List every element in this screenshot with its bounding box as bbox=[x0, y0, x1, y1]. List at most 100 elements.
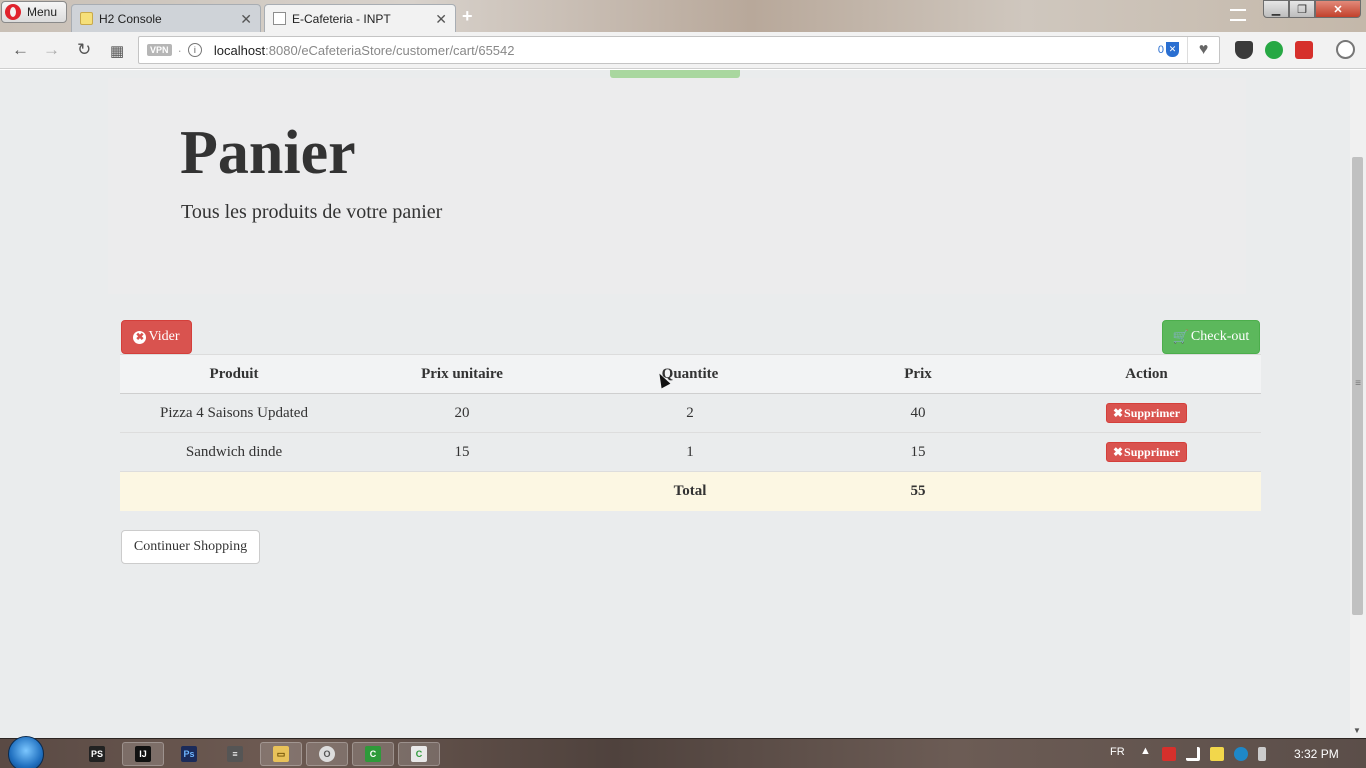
remove-item-button[interactable]: ✖ Supprimer bbox=[1105, 403, 1188, 423]
camtasia-recorder-icon: C bbox=[411, 746, 427, 762]
page-subtitle: Tous les produits de votre panier bbox=[181, 201, 443, 223]
page-favicon-icon bbox=[273, 12, 286, 25]
taskbar-app-camtasia[interactable]: C bbox=[352, 742, 394, 766]
browser-title-bar: Menu H2 Console ✕ E-Cafeteria - INPT ✕ +… bbox=[0, 0, 1366, 32]
vpn-badge[interactable]: VPN bbox=[147, 44, 172, 56]
browser-menu-button[interactable]: Menu bbox=[1, 1, 67, 23]
remove-item-label: Supprimer bbox=[1124, 405, 1181, 420]
price: 15 bbox=[804, 432, 1032, 472]
new-tab-button[interactable]: + bbox=[462, 6, 473, 27]
address-separator: · bbox=[177, 42, 182, 58]
column-header-product: Produit bbox=[120, 354, 348, 394]
taskbar-app-phpstorm[interactable]: PS bbox=[76, 742, 118, 766]
tab-menu-icon[interactable] bbox=[1230, 9, 1246, 21]
back-arrow-icon[interactable]: ← bbox=[12, 40, 29, 60]
calculator-icon: ≡ bbox=[227, 746, 243, 762]
window-maximize-button[interactable]: ❐ bbox=[1289, 0, 1315, 18]
table-row: Sandwich dinde 15 1 15 ✖ Supprimer bbox=[120, 432, 1261, 472]
remove-icon: ✖ bbox=[1112, 444, 1124, 459]
unit-price: 15 bbox=[348, 432, 576, 472]
action-cell: ✖ Supprimer bbox=[1032, 393, 1261, 433]
tab-title: E-Cafeteria - INPT bbox=[292, 11, 391, 26]
page-viewport: Panier Tous les produits de votre panier… bbox=[0, 70, 1350, 738]
product-name: Pizza 4 Saisons Updated bbox=[120, 393, 348, 433]
site-info-icon[interactable]: i bbox=[187, 43, 202, 57]
tab-e-cafeteria[interactable]: E-Cafeteria - INPT ✕ bbox=[264, 4, 456, 32]
navbar-remnant bbox=[610, 70, 740, 78]
language-indicator[interactable]: FR bbox=[1110, 746, 1125, 758]
url-host: localhost bbox=[213, 42, 266, 58]
taskbar-app-intellij[interactable]: IJ bbox=[122, 742, 164, 766]
action-cell: ✖ Supprimer bbox=[1032, 432, 1261, 472]
clear-cart-button[interactable]: ✖ Vider bbox=[121, 320, 192, 354]
adblock-indicator[interactable]: 0 ✕ bbox=[1158, 42, 1179, 57]
windows-taskbar: PS IJ Ps ≡ ▭ O C C FR ▲ 3:32 PM bbox=[0, 736, 1366, 768]
clear-cart-label: Vider bbox=[148, 329, 180, 344]
tab-title: H2 Console bbox=[99, 11, 162, 26]
pocket-icon[interactable] bbox=[1235, 41, 1253, 59]
taskbar-app-calculator[interactable]: ≡ bbox=[214, 742, 256, 766]
reload-icon[interactable]: ↻ bbox=[77, 40, 91, 60]
scroll-down-arrow-icon[interactable]: ▼ bbox=[1353, 726, 1361, 735]
heart-icon[interactable]: ♥ bbox=[1187, 37, 1219, 63]
taskbar-app-opera[interactable]: O bbox=[306, 742, 348, 766]
network-signal-icon[interactable] bbox=[1186, 747, 1200, 761]
total-empty-cell bbox=[1032, 471, 1261, 511]
price: 40 bbox=[804, 393, 1032, 433]
taskbar-app-camtasia-2[interactable]: C bbox=[398, 742, 440, 766]
photoshop-icon: Ps bbox=[181, 746, 197, 762]
close-tab-icon[interactable]: ✕ bbox=[240, 11, 252, 28]
column-header-action: Action bbox=[1032, 354, 1261, 394]
total-empty-cell bbox=[348, 471, 576, 511]
table-row: Pizza 4 Saisons Updated 20 2 40 ✖ Suppri… bbox=[120, 393, 1261, 433]
quantity: 1 bbox=[576, 432, 804, 472]
browser-nav-bar: ← → ↻ ▦ VPN · i localhost:8080/eCafeteri… bbox=[0, 32, 1366, 69]
intellij-icon: IJ bbox=[135, 746, 151, 762]
address-bar[interactable]: VPN · i localhost:8080/eCafeteriaStore/c… bbox=[138, 36, 1220, 64]
page-title: Panier bbox=[180, 119, 356, 187]
adblock-shield-icon: ✕ bbox=[1166, 42, 1179, 57]
taskbar-app-photoshop[interactable]: Ps bbox=[168, 742, 210, 766]
speed-dial-icon[interactable]: ▦ bbox=[110, 42, 124, 60]
product-name: Sandwich dinde bbox=[120, 432, 348, 472]
close-tab-icon[interactable]: ✕ bbox=[435, 11, 447, 28]
app-tray-icon[interactable] bbox=[1234, 747, 1248, 761]
window-minimize-button[interactable]: ▁ bbox=[1263, 0, 1289, 18]
window-close-button[interactable]: ✕ bbox=[1315, 0, 1361, 18]
checkout-label: Check-out bbox=[1190, 329, 1250, 344]
folder-icon: ▭ bbox=[273, 746, 289, 762]
pdf-tray-icon[interactable] bbox=[1162, 747, 1176, 761]
download-icon[interactable] bbox=[1336, 40, 1355, 59]
continue-shopping-button[interactable]: Continuer Shopping bbox=[121, 530, 260, 564]
shopping-cart-icon: 🛒 bbox=[1172, 329, 1189, 344]
show-hidden-icons-icon[interactable]: ▲ bbox=[1140, 745, 1151, 757]
column-header-quantity: Quantite bbox=[576, 354, 804, 394]
camtasia-icon: C bbox=[365, 746, 381, 762]
lock-extension-icon[interactable] bbox=[1265, 41, 1283, 59]
total-value: 55 bbox=[804, 471, 1032, 511]
h2-favicon-icon bbox=[80, 12, 93, 25]
quantity: 2 bbox=[576, 393, 804, 433]
browser-menu-label: Menu bbox=[27, 5, 58, 19]
remove-icon: ✖ bbox=[1112, 405, 1124, 420]
adblock-count: 0 bbox=[1157, 43, 1164, 56]
opera-icon: O bbox=[319, 746, 335, 762]
volume-icon[interactable] bbox=[1258, 747, 1266, 761]
total-row: Total 55 bbox=[120, 471, 1261, 511]
forward-arrow-icon[interactable]: → bbox=[43, 40, 60, 60]
column-header-price: Prix bbox=[804, 354, 1032, 394]
phpstorm-icon: PS bbox=[89, 746, 105, 762]
remove-item-label: Supprimer bbox=[1124, 444, 1181, 459]
taskbar-app-explorer[interactable]: ▭ bbox=[260, 742, 302, 766]
start-button-icon[interactable] bbox=[8, 736, 44, 768]
unit-price: 20 bbox=[348, 393, 576, 433]
notes-tray-icon[interactable] bbox=[1210, 747, 1224, 761]
total-label: Total bbox=[576, 471, 804, 511]
pdf-extension-icon[interactable] bbox=[1295, 41, 1313, 59]
taskbar-clock[interactable]: 3:32 PM bbox=[1294, 747, 1339, 761]
remove-item-button[interactable]: ✖ Supprimer bbox=[1105, 442, 1188, 462]
checkout-button[interactable]: 🛒 Check-out bbox=[1162, 320, 1260, 354]
cart-table: Produit Prix unitaire Quantite Prix Acti… bbox=[120, 354, 1261, 511]
tab-h2-console[interactable]: H2 Console ✕ bbox=[71, 4, 261, 32]
scrollbar-grip-icon: ≡ bbox=[1355, 378, 1361, 389]
